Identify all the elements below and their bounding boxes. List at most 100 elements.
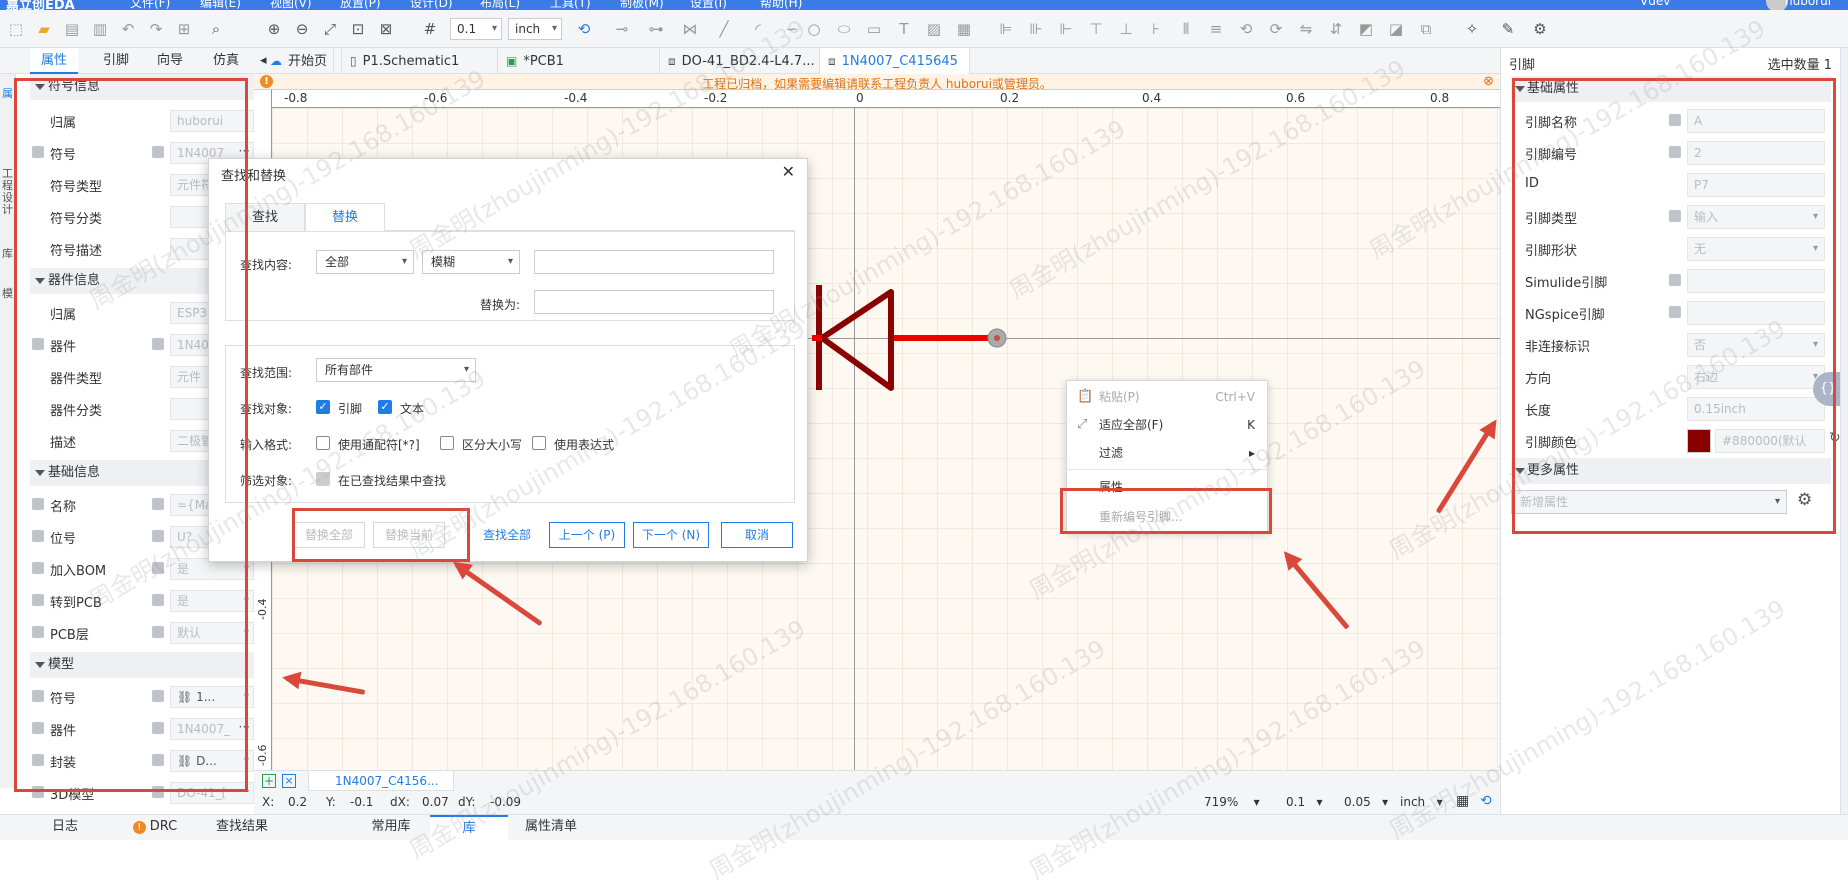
send-back-icon[interactable]: ◪: [1386, 19, 1406, 39]
side-tab-model[interactable]: 模: [2, 288, 14, 300]
tab-drc[interactable]: ! DRC: [118, 815, 192, 841]
zoom-select-icon[interactable]: ⊠: [376, 19, 396, 39]
grid-icon[interactable]: ▦: [1456, 793, 1469, 809]
unit-select[interactable]: inch ▾: [508, 18, 562, 40]
tab-find-results[interactable]: 查找结果: [194, 815, 290, 841]
menu-view[interactable]: 视图(V): [270, 0, 312, 10]
tab-pcb[interactable]: ▣ *PCB1: [498, 48, 660, 74]
align-left-icon[interactable]: ⊫: [996, 19, 1016, 39]
highlight-icon[interactable]: ✧: [1462, 19, 1482, 39]
anode-triangle[interactable]: [819, 289, 894, 391]
tab-symbol[interactable]: ⧈ 1N4007_C415645: [820, 48, 970, 74]
next-button[interactable]: 下一个 (N): [633, 522, 709, 548]
grid-size-select[interactable]: 0.1 ▾: [450, 18, 502, 40]
tab-library[interactable]: 库: [430, 815, 508, 841]
save-icon[interactable]: ▤: [62, 19, 82, 39]
wire-tool-icon[interactable]: ⊶: [646, 19, 666, 39]
ellipse-tool-icon[interactable]: ⬭: [834, 19, 854, 39]
find-input[interactable]: [534, 250, 774, 274]
tab-simulation[interactable]: 仿真: [202, 48, 250, 74]
tab-wizard[interactable]: 向导: [146, 48, 194, 74]
align-top-icon[interactable]: ⊤: [1086, 19, 1106, 39]
table-tool-icon[interactable]: ▦: [954, 19, 974, 39]
flip-h-icon[interactable]: ⇋: [1296, 19, 1316, 39]
menu-make-board[interactable]: 制板(M): [620, 0, 664, 10]
group-icon[interactable]: ⧉: [1416, 19, 1436, 39]
add-sheet-icon[interactable]: +: [262, 774, 276, 788]
align-center-icon[interactable]: ⊪: [1026, 19, 1046, 39]
grid-select[interactable]: 0.1 ▾: [1286, 795, 1323, 809]
range-select[interactable]: 所有部件 ▾: [316, 358, 476, 382]
tab-pins[interactable]: 引脚: [92, 48, 140, 74]
remove-sheet-icon[interactable]: ×: [282, 774, 296, 788]
menu-item-filter[interactable]: 过滤 ▸: [1067, 439, 1267, 467]
fit-all-icon[interactable]: ⤢: [320, 19, 340, 39]
side-tab-project[interactable]: 工程设计: [2, 168, 14, 216]
menu-design[interactable]: 设计(D): [410, 0, 453, 10]
rotate-left-icon[interactable]: ⟲: [1236, 19, 1256, 39]
close-dialog-icon[interactable]: ✕: [782, 162, 795, 181]
bus-tool-icon[interactable]: ⋈: [680, 19, 700, 39]
zoom-select[interactable]: 719% ▾: [1204, 795, 1260, 809]
menu-layout[interactable]: 布局(L): [480, 0, 520, 10]
find-mode-select[interactable]: 模糊 ▾: [422, 250, 520, 274]
find-scope-select[interactable]: 全部 ▾: [316, 250, 414, 274]
redo-icon[interactable]: ↷: [146, 19, 166, 39]
zoom-in-icon[interactable]: ⊕: [264, 19, 284, 39]
tab-footprint[interactable]: ⧈ DO-41_BD2.4-L4.7...: [660, 48, 820, 74]
image-tool-icon[interactable]: ▨: [924, 19, 944, 39]
gear-icon[interactable]: ⚙: [1530, 19, 1550, 39]
replace-input[interactable]: [534, 290, 774, 314]
unit-select[interactable]: inch ▾: [1400, 795, 1443, 809]
pin-checkbox[interactable]: ✓: [316, 400, 330, 414]
tab-properties[interactable]: 属性: [30, 48, 78, 74]
menu-tools[interactable]: 工具(T): [550, 0, 591, 10]
wildcard-checkbox[interactable]: [316, 436, 330, 450]
arc-tool-icon[interactable]: ◜: [748, 19, 768, 39]
tab-schematic[interactable]: ▯ P1.Schematic1: [342, 48, 498, 74]
tab-start-page[interactable]: ☁ 开始页: [262, 48, 342, 74]
align-middle-icon[interactable]: ⊥: [1116, 19, 1136, 39]
filter-checkbox[interactable]: [316, 472, 330, 486]
bezier-tool-icon[interactable]: ∽: [782, 19, 802, 39]
user-name[interactable]: huborui: [1785, 0, 1831, 8]
zoom-area-icon[interactable]: ⊡: [348, 19, 368, 39]
side-tab-props[interactable]: 属: [2, 88, 14, 100]
flip-v-icon[interactable]: ⇵: [1326, 19, 1346, 39]
zoom-out-icon[interactable]: ⊖: [292, 19, 312, 39]
bring-front-icon[interactable]: ◩: [1356, 19, 1376, 39]
case-checkbox[interactable]: [440, 436, 454, 450]
rect-tool-icon[interactable]: ▭: [864, 19, 884, 39]
undo-icon[interactable]: ↶: [118, 19, 138, 39]
text-tool-icon[interactable]: T: [894, 19, 914, 39]
tab-log[interactable]: 日志: [28, 815, 102, 841]
text-checkbox[interactable]: ✓: [378, 400, 392, 414]
pin-tool-icon[interactable]: ⊸: [612, 19, 632, 39]
distribute-v-icon[interactable]: ≡: [1206, 19, 1226, 39]
grid-view-icon[interactable]: ⊞: [174, 19, 194, 39]
menu-settings[interactable]: 设置(I): [690, 0, 727, 10]
save-all-icon[interactable]: ▥: [90, 19, 110, 39]
snap-icon[interactable]: ⟲: [574, 19, 594, 39]
menu-edit[interactable]: 编辑(E): [200, 0, 241, 10]
regex-checkbox[interactable]: [532, 436, 546, 450]
sheet-tab[interactable]: 1N4007_C4156...: [308, 771, 454, 791]
diode-symbol[interactable]: [800, 280, 1010, 400]
open-folder-icon[interactable]: ▰: [34, 19, 54, 39]
tab-common-library[interactable]: 常用库: [354, 815, 428, 841]
prev-button[interactable]: 上一个 (P): [549, 522, 625, 548]
align-right-icon[interactable]: ⊩: [1056, 19, 1076, 39]
side-tab-library[interactable]: 库: [2, 248, 14, 260]
line-tool-icon[interactable]: ╱: [714, 19, 734, 39]
tab-attribute-list[interactable]: 属性清单: [514, 815, 588, 841]
circle-tool-icon[interactable]: ○: [804, 19, 824, 39]
find-icon[interactable]: ⌕: [206, 19, 226, 39]
menu-item-paste[interactable]: 📋 粘贴(P) Ctrl+V: [1067, 383, 1267, 411]
rotate-right-icon[interactable]: ⟳: [1266, 19, 1286, 39]
tab-replace[interactable]: 替换: [305, 203, 385, 231]
find-all-button[interactable]: 查找全部: [471, 522, 543, 548]
snap-select[interactable]: 0.05 ▾: [1344, 795, 1388, 809]
menu-help[interactable]: 帮助(H): [760, 0, 802, 10]
menu-item-fit-all[interactable]: ⤢ 适应全部(F) K: [1067, 411, 1267, 439]
menu-file[interactable]: 文件(F): [130, 0, 170, 10]
